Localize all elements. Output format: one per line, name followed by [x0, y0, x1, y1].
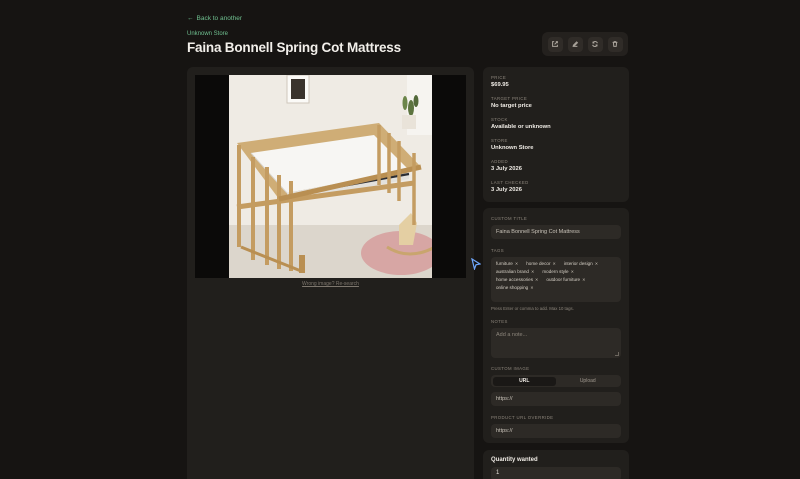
notes-textarea[interactable]: Add a note...: [491, 328, 621, 358]
product-url-override-label: Product URL override: [491, 415, 554, 420]
open-link-button[interactable]: [547, 36, 563, 52]
remove-tag-icon[interactable]: ✕: [571, 269, 574, 274]
arrow-left-icon: ←: [187, 15, 194, 22]
custom-title-label: Custom title: [491, 216, 528, 221]
product-image-card: Wrong image? Re-search: [187, 67, 474, 479]
last-checked-label: Last checked: [491, 180, 529, 185]
added-label: Added: [491, 159, 509, 164]
edit-button[interactable]: [567, 36, 583, 52]
trash-icon: [612, 41, 618, 47]
url-tab[interactable]: URL: [492, 376, 556, 386]
added-value: 3 July 2026: [491, 166, 522, 172]
mouse-cursor-icon: [471, 258, 481, 270]
tag-chip: outdoor furniture ✕: [546, 277, 586, 282]
store-name: Unknown Store: [187, 31, 229, 37]
upload-tab[interactable]: Upload: [556, 377, 620, 386]
back-link-label: Back to another: [196, 15, 243, 22]
remove-tag-icon[interactable]: ✕: [582, 277, 585, 282]
tags-label: Tags: [491, 248, 504, 253]
remove-tag-icon[interactable]: ✕: [552, 261, 555, 266]
tag-chip: modern style ✕: [542, 269, 574, 274]
target-price-value: No target price: [491, 103, 532, 109]
quantity-input[interactable]: 1: [491, 467, 621, 479]
remove-tag-icon[interactable]: ✕: [531, 269, 534, 274]
notes-label: Notes: [491, 319, 508, 324]
tag-chip: home decor ✕: [526, 261, 556, 266]
product-info-card: Price $69.95 Target price No target pric…: [483, 67, 629, 202]
store-value: Unknown Store: [491, 145, 534, 151]
price-label: Price: [491, 75, 507, 80]
refresh-icon: [592, 41, 598, 47]
refresh-button[interactable]: [587, 36, 603, 52]
tag-chip: interior design ✕: [563, 261, 599, 266]
remove-tag-icon[interactable]: ✕: [530, 285, 533, 290]
back-link[interactable]: ← Back to another: [187, 15, 242, 22]
image-source-toggle: URL Upload: [491, 375, 621, 387]
image-frame: [195, 75, 466, 278]
resize-handle-icon[interactable]: [615, 352, 619, 356]
custom-title-input[interactable]: Faina Bonnell Spring Cot Mattress: [491, 225, 621, 239]
price-value: $69.95: [491, 82, 509, 88]
store-label: Store: [491, 138, 508, 143]
notes-placeholder: Add a note...: [496, 332, 528, 338]
quantity-label: Quantity wanted: [491, 457, 538, 463]
tags-input[interactable]: furniture ✕ home decor ✕ interior design ✕ …: [491, 257, 621, 302]
tag-chip: australian brand ✕: [496, 269, 535, 274]
remove-tag-icon[interactable]: ✕: [535, 277, 538, 282]
remove-tag-icon[interactable]: ✕: [595, 261, 598, 266]
cot-mattress-illustration: [229, 75, 432, 278]
stock-label: Stock: [491, 117, 508, 122]
quantity-card: Quantity wanted 1: [483, 450, 629, 479]
remove-tag-icon[interactable]: ✕: [515, 261, 518, 266]
stock-value: Available or unknown: [491, 124, 551, 130]
tag-chip: furniture ✕: [496, 261, 519, 266]
last-checked-value: 3 July 2026: [491, 187, 522, 193]
product-photo: [229, 75, 432, 278]
action-toolbar: [542, 32, 628, 56]
wrong-image-link[interactable]: Wrong image? Re-search: [187, 281, 474, 287]
image-url-input[interactable]: https://: [491, 392, 621, 406]
edit-details-card: Custom title Faina Bonnell Spring Cot Ma…: [483, 208, 629, 443]
product-url-override-input[interactable]: https://: [491, 424, 621, 438]
target-price-label: Target price: [491, 96, 528, 101]
external-link-icon: [552, 41, 558, 47]
delete-button[interactable]: [607, 36, 623, 52]
tag-chip: home accessories ✕: [496, 277, 539, 282]
tag-chip: online shopping ✕: [496, 285, 534, 290]
edit-icon: [572, 41, 579, 47]
custom-image-label: Custom image: [491, 366, 530, 371]
page-title: Faina Bonnell Spring Cot Mattress: [187, 40, 401, 55]
tags-hint: Press Enter or comma to add. Max 10 tags…: [491, 306, 574, 311]
